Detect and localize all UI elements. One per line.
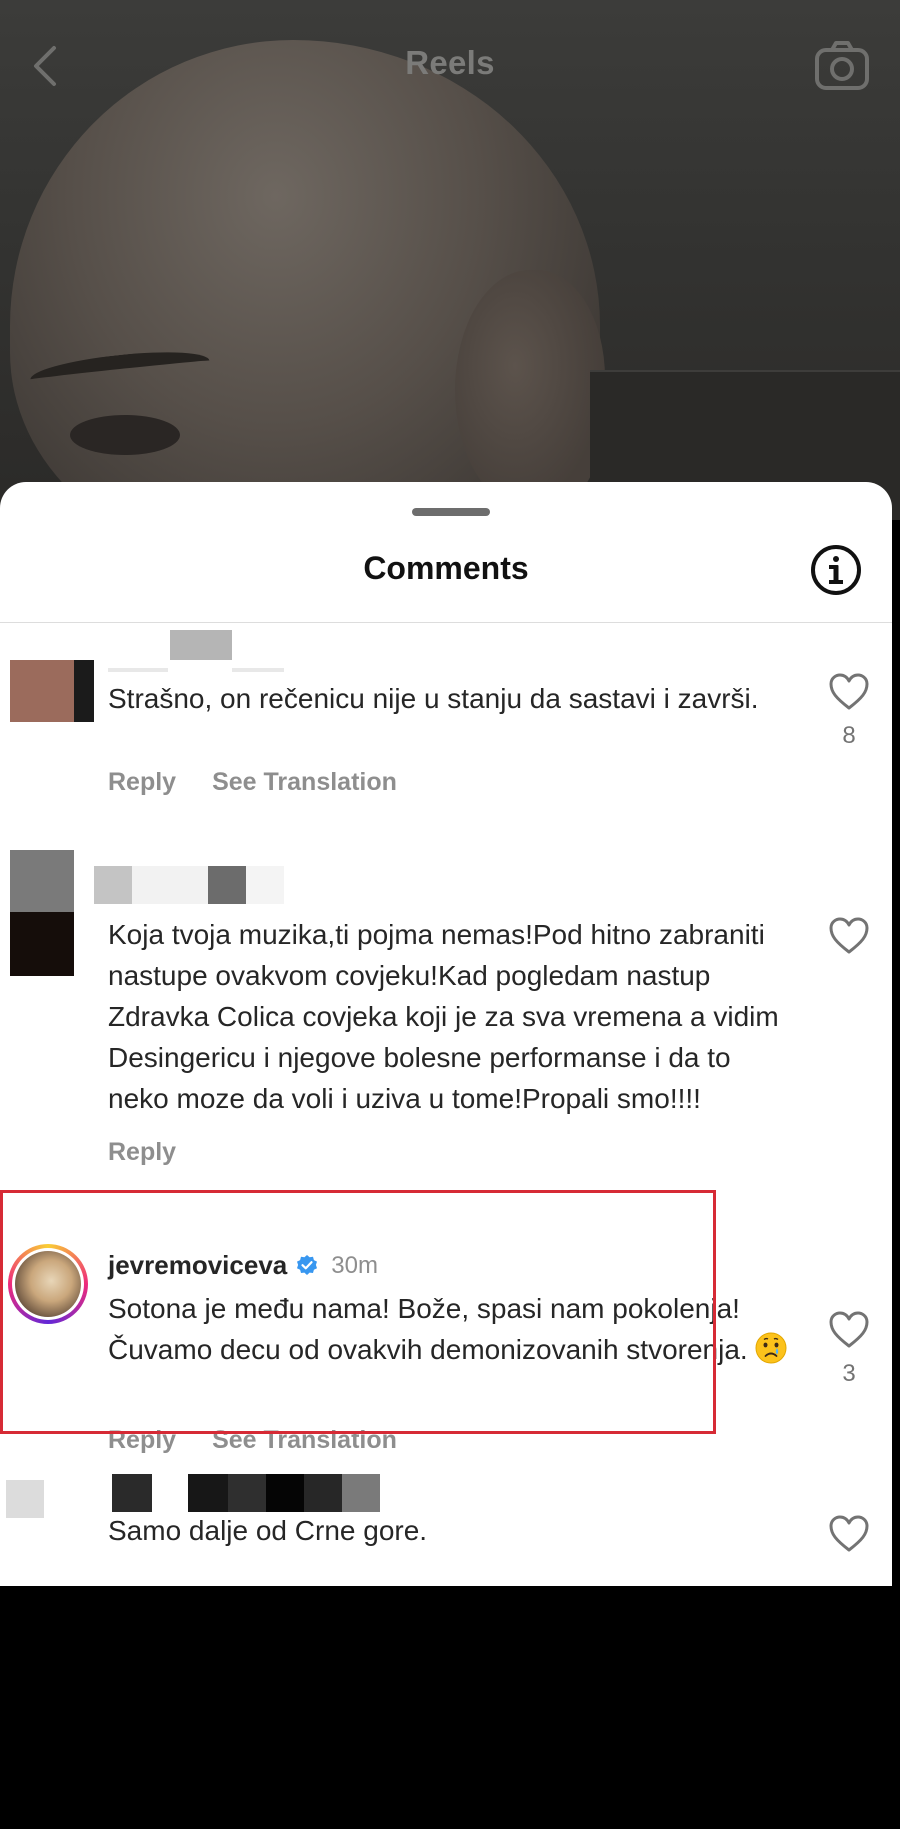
comment-text: Koja tvoja muzika,ti pojma nemas!Pod hit…	[108, 919, 779, 1114]
comment-timestamp: 30m	[331, 1251, 378, 1279]
redaction-block	[10, 660, 74, 722]
username-redacted	[112, 1474, 152, 1512]
avatar-redacted[interactable]	[10, 660, 94, 722]
comment-text-body: Sotona je među nama! Bože, spasi nam pok…	[108, 1293, 748, 1365]
avatar-inner	[12, 1248, 84, 1320]
comment-actions: Reply See Translation	[108, 1426, 397, 1455]
back-chevron-icon[interactable]	[28, 42, 60, 90]
sheet-title: Comments	[363, 550, 529, 586]
username-redacted	[228, 1474, 266, 1512]
page-title: Reels	[405, 44, 495, 81]
reply-button[interactable]: Reply	[108, 768, 176, 797]
username-redacted	[108, 668, 168, 672]
avatar	[15, 1251, 81, 1317]
video-eye-shape	[70, 415, 180, 455]
username-row: jevremoviceva 30m	[108, 1250, 378, 1281]
heart-icon[interactable]	[828, 1310, 870, 1350]
heart-icon[interactable]	[828, 1514, 870, 1554]
header-divider	[0, 622, 892, 623]
comment-item-highlighted: jevremoviceva 30m Sotona je među nama! B…	[0, 1230, 892, 1470]
comment-text: Strašno, on rečenicu nije u stanju da sa…	[108, 683, 759, 714]
avatar-story-ring[interactable]	[8, 1244, 88, 1324]
sheet-grabber-handle[interactable]	[412, 508, 490, 516]
username-redacted	[132, 866, 208, 904]
username-redacted	[170, 630, 232, 660]
see-translation-button[interactable]: See Translation	[212, 768, 397, 797]
like-count: 3	[842, 1360, 856, 1387]
heart-icon[interactable]	[828, 672, 870, 712]
comment-actions: Reply	[108, 1138, 176, 1167]
verified-badge-icon	[297, 1254, 318, 1275]
comment-item: Samo dalje od Crne gore.	[0, 1474, 892, 1586]
username-redacted	[246, 866, 284, 904]
reply-button[interactable]: Reply	[108, 1426, 176, 1455]
username-redacted	[342, 1474, 380, 1512]
reply-button[interactable]: Reply	[108, 1138, 176, 1167]
redaction-block	[10, 850, 74, 912]
heart-icon[interactable]	[828, 916, 870, 956]
info-icon[interactable]	[808, 542, 864, 598]
comment-item: Koja tvoja muzika,ti pojma nemas!Pod hit…	[0, 850, 892, 1166]
username-redacted	[304, 1474, 342, 1512]
crying-face-emoji-icon	[755, 1332, 787, 1364]
redaction-block	[74, 660, 94, 722]
comment-actions: Reply See Translation	[108, 768, 397, 797]
avatar-redacted[interactable]	[10, 850, 74, 976]
username[interactable]: jevremoviceva	[108, 1250, 287, 1281]
camera-icon[interactable]	[814, 40, 870, 92]
username-redacted	[266, 1474, 304, 1512]
video-ear-shape	[455, 270, 605, 510]
top-bar: Reels	[0, 0, 900, 130]
comment-item: Strašno, on rečenicu nije u stanju da sa…	[0, 630, 892, 820]
comment-text: Sotona je među nama! Bože, spasi nam pok…	[108, 1288, 788, 1370]
see-translation-button[interactable]: See Translation	[212, 1426, 397, 1455]
username-redacted	[188, 1474, 228, 1512]
comment-text: Samo dalje od Crne gore.	[108, 1515, 428, 1546]
redaction-block	[10, 912, 74, 976]
username-redacted	[208, 866, 246, 904]
sheet-header: Comments	[0, 542, 892, 612]
username-redacted	[232, 668, 284, 672]
comments-sheet: Comments Strašno, on rečenicu nije u sta…	[0, 482, 892, 1586]
username-redacted	[94, 866, 132, 904]
like-count: 8	[842, 722, 856, 749]
avatar-redacted[interactable]	[6, 1480, 44, 1518]
